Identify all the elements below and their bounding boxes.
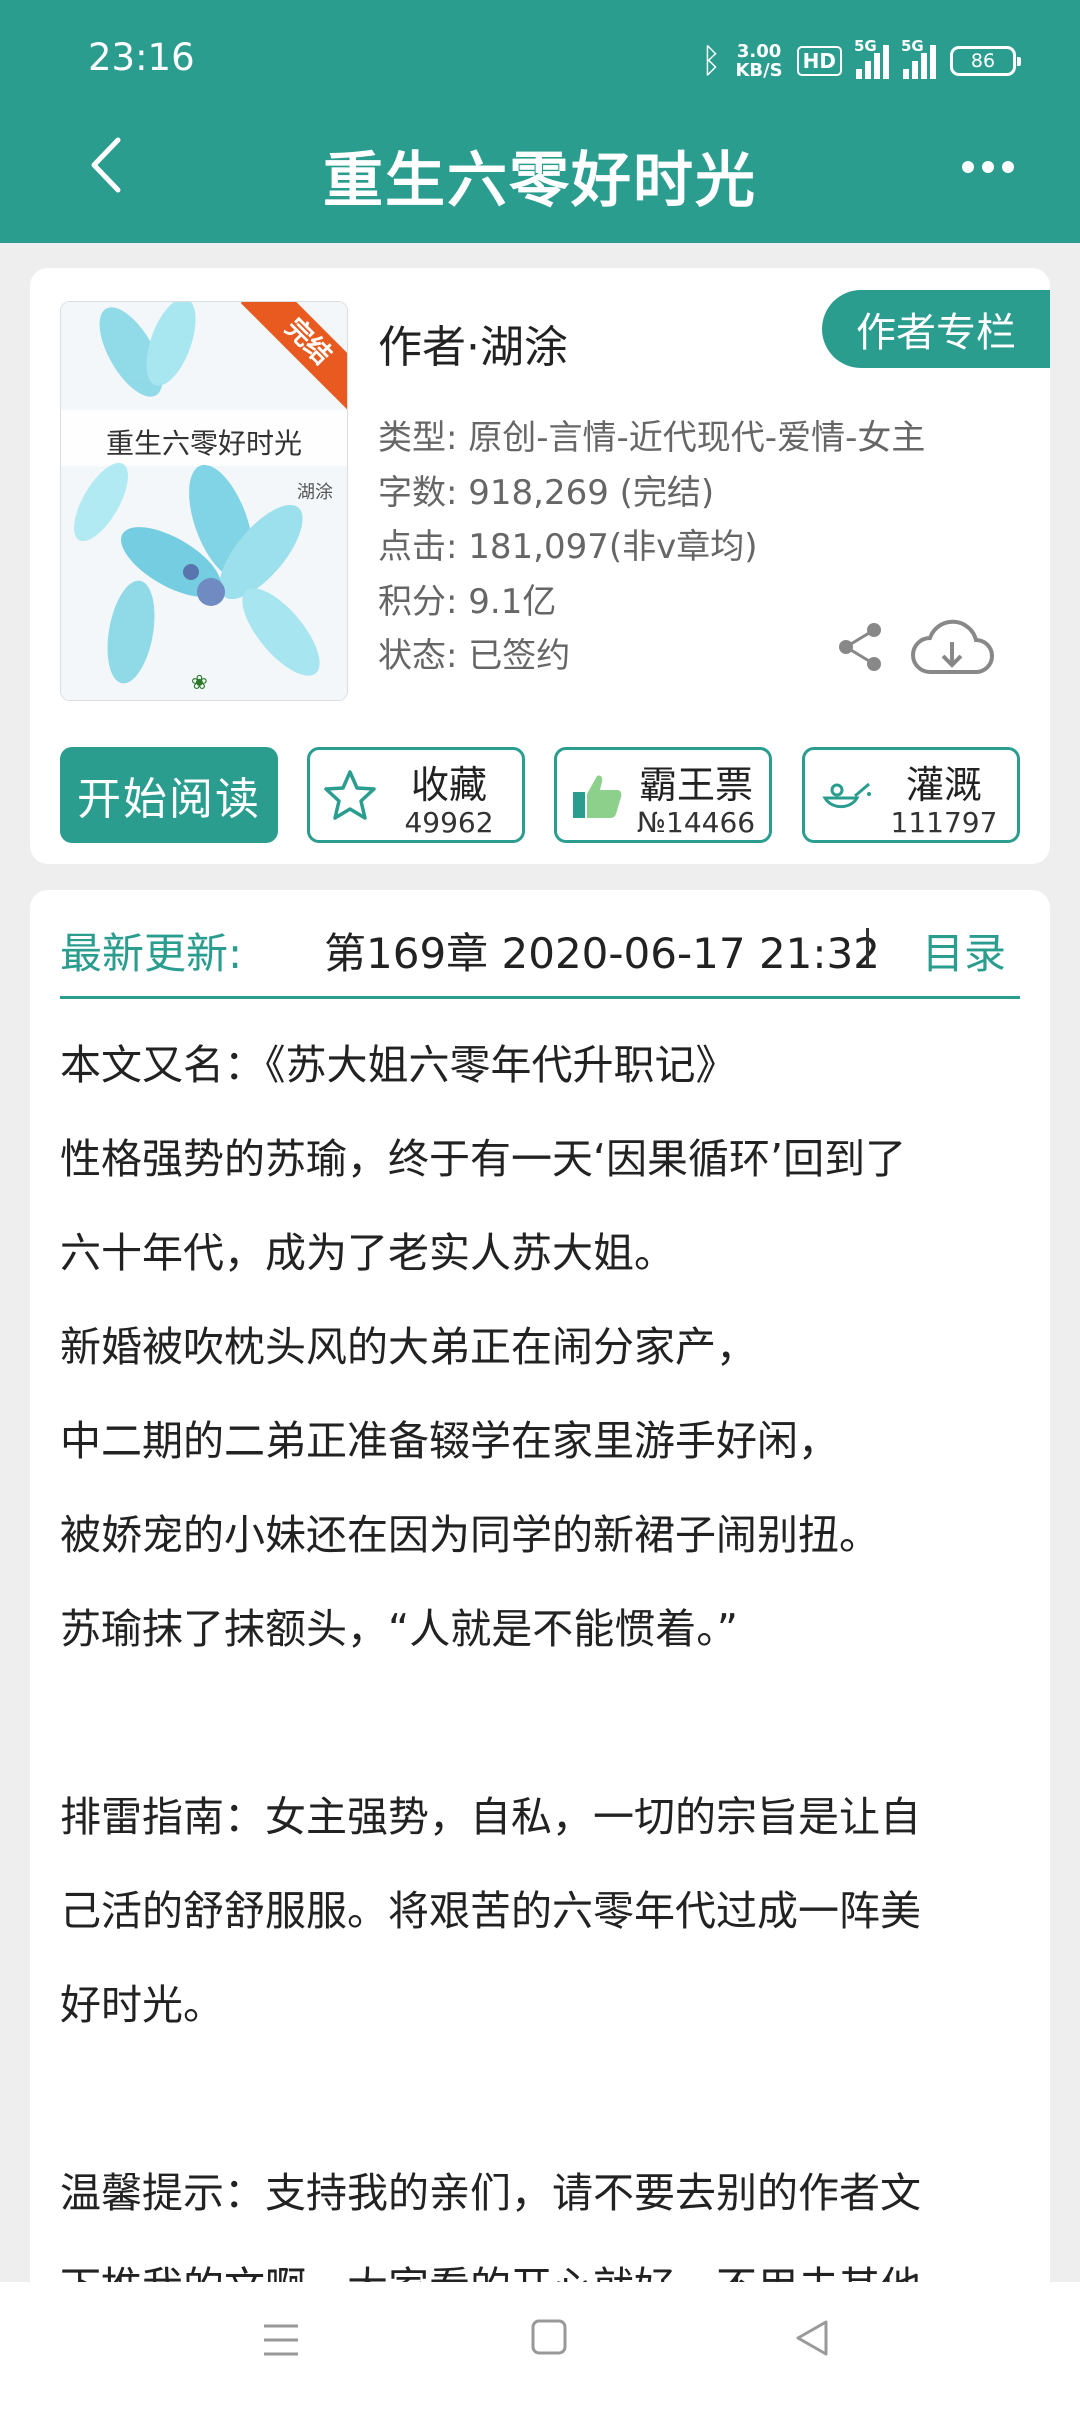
table-of-contents-button[interactable]: 目录 xyxy=(922,920,1006,981)
book-description: 本文又名：《苏大姐六零年代升职记》 性格强势的苏瑜，终于有一天‘因果循环’回到了… xyxy=(60,1018,1050,2334)
description-line: 温馨提示：支持我的亲们，请不要去别的作者文 xyxy=(60,2169,921,2217)
menu-icon[interactable] xyxy=(262,2320,300,2360)
signal-icon-2: 5G xyxy=(901,37,936,79)
description-line: 六十年代，成为了老实人苏大姐。 xyxy=(60,1229,675,1277)
latest-update-label: 最新更新: xyxy=(60,929,243,978)
hd-icon: HD xyxy=(796,46,842,76)
publisher-logo: ❀ xyxy=(191,670,208,694)
author-column-button[interactable]: 作者专栏 xyxy=(822,290,1050,368)
bawang-ticket-button[interactable]: 霸王票 №14466 xyxy=(554,747,772,843)
signal-type-label: 5G xyxy=(854,37,877,55)
cover-author: 湖涂 xyxy=(297,482,333,503)
status-icons: ᛒ 3.00 KB/S HD 5G 5G 86 xyxy=(701,36,1021,86)
battery-level: 86 xyxy=(970,50,996,72)
more-dot-icon xyxy=(1002,161,1014,173)
favorite-label: 收藏 xyxy=(410,763,487,807)
favorite-button[interactable]: 收藏 49962 xyxy=(307,747,525,843)
description-line: 本文又名：《苏大姐六零年代升职记》 xyxy=(60,1041,737,1089)
description-line: 新婚被吹枕头风的大弟正在闹分家产， xyxy=(60,1323,757,1371)
star-icon xyxy=(324,770,376,820)
description-line: 排雷指南：女主强势，自私，一切的宗旨是让自 xyxy=(60,1793,921,1841)
water-count: 111797 xyxy=(890,806,998,839)
network-speed-value: 3.00 xyxy=(736,41,782,62)
signal-icon: 5G xyxy=(854,37,889,79)
app-header: 23:16 ᛒ 3.00 KB/S HD 5G 5G 86 重生六零好时光 xyxy=(0,0,1080,243)
more-button[interactable] xyxy=(962,150,1022,184)
bluetooth-icon: ᛒ xyxy=(701,41,722,81)
author-name[interactable]: 作者·湖涂 xyxy=(378,311,568,375)
cover-title: 重生六零好时光 xyxy=(105,427,302,460)
status-time: 23:16 xyxy=(88,36,195,79)
book-info-card: 重生六零好时光 湖涂 完结 ❀ 作者·湖涂 作者专栏 类型: 原创-言情-近代现… xyxy=(30,268,1050,864)
description-line: 中二期的二弟正准备辍学在家里游手好闲， xyxy=(60,1417,839,1465)
meta-clicks: 点击: 181,097(非v章均) xyxy=(378,527,758,567)
thumbs-up-icon xyxy=(573,775,622,818)
description-line xyxy=(60,2052,1050,2146)
page-title: 重生六零好时光 xyxy=(323,146,757,216)
water-label: 灌溉 xyxy=(905,763,982,807)
home-icon[interactable] xyxy=(531,2319,567,2355)
meta-word-count: 字数: 918,269 (完结) xyxy=(378,472,715,513)
share-icon[interactable] xyxy=(834,620,886,674)
latest-chapter-link[interactable]: 第169章 2020-06-17 21:32 xyxy=(324,920,884,981)
divider xyxy=(60,996,1020,999)
description-line xyxy=(60,1676,1050,1770)
favorite-count: 49962 xyxy=(404,806,494,839)
more-dot-icon xyxy=(982,161,994,173)
network-speed: 3.00 KB/S xyxy=(735,42,782,80)
status-bar: 23:16 ᛒ 3.00 KB/S HD 5G 5G 86 xyxy=(0,0,1080,110)
ticket-count: №14466 xyxy=(636,806,756,839)
more-dot-icon xyxy=(962,161,974,173)
network-speed-unit: KB/S xyxy=(735,60,783,81)
ticket-label: 霸王票 xyxy=(638,763,753,807)
back-triangle-icon[interactable] xyxy=(792,2318,832,2358)
book-cover[interactable]: 重生六零好时光 湖涂 完结 ❀ xyxy=(60,301,348,701)
description-line: 好时光。 xyxy=(60,1981,224,2029)
description-line: 己活的舒舒服服。将艰苦的六零年代过成一阵美 xyxy=(60,1887,921,1935)
watering-can-icon xyxy=(822,782,871,809)
start-reading-button[interactable]: 开始阅读 xyxy=(60,747,278,843)
system-nav-bar xyxy=(0,2282,1080,2412)
signal-type-label-2: 5G xyxy=(901,37,924,55)
battery-icon: 86 xyxy=(950,46,1021,76)
description-line: 性格强势的苏瑜，终于有一天‘因果循环’回到了 xyxy=(60,1135,907,1183)
text-cursor xyxy=(866,928,869,966)
description-line: 被娇宠的小妹还在因为同学的新裙子闹别扭。 xyxy=(60,1511,880,1559)
meta-genre: 类型: 原创-言情-近代现代-爱情-女主 xyxy=(378,418,926,458)
cloud-download-icon[interactable] xyxy=(910,616,994,682)
description-card: 最新更新: 第169章 2020-06-17 21:32 目录 本文又名：《苏大… xyxy=(30,890,1050,2412)
description-line: 苏瑜抹了抹额头，“人就是不能惯着。” xyxy=(60,1605,738,1653)
water-button[interactable]: 灌溉 111797 xyxy=(802,747,1020,843)
